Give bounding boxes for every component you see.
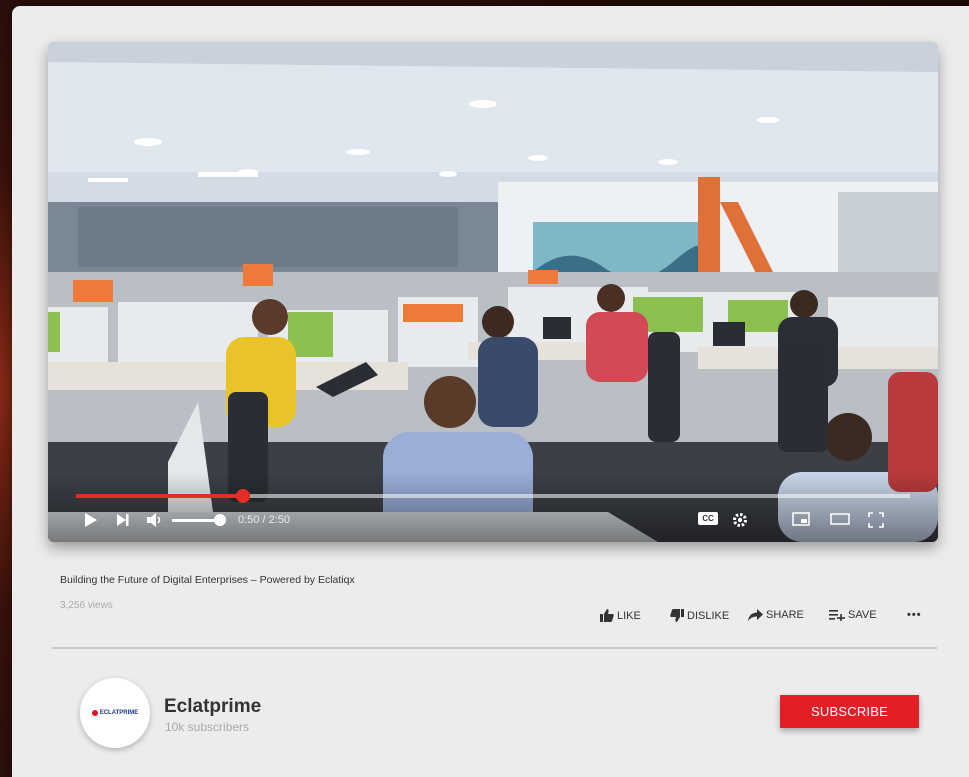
more-options-button[interactable]: ••• — [907, 609, 922, 621]
subscribe-button[interactable]: SUBSCRIBE — [780, 695, 919, 728]
theater-mode-icon[interactable] — [830, 512, 850, 530]
channel-name[interactable]: Eclatprime — [164, 696, 261, 718]
volume-slider-handle[interactable] — [214, 514, 226, 526]
player-controls-gradient — [48, 472, 938, 542]
time-display: 0:50 / 2:50 — [238, 514, 290, 526]
share-label: SHARE — [766, 609, 804, 621]
playlist-add-icon — [829, 609, 845, 621]
volume-slider-track[interactable] — [172, 519, 220, 522]
captions-button[interactable]: CC — [698, 512, 718, 525]
save-label: SAVE — [848, 609, 877, 621]
share-button[interactable]: SHARE — [748, 609, 804, 621]
video-frame — [48, 42, 938, 542]
thumbs-up-icon — [600, 609, 614, 622]
like-button[interactable]: LIKE — [600, 609, 641, 622]
subscriber-count: 10k subscribers — [165, 720, 250, 734]
thumbs-down-icon — [670, 609, 684, 622]
save-button[interactable]: SAVE — [829, 609, 877, 621]
share-arrow-icon — [748, 609, 763, 621]
like-label: LIKE — [617, 609, 641, 622]
progress-fill — [76, 494, 243, 498]
fullscreen-icon[interactable] — [868, 512, 884, 532]
channel-logo: ECLATPRIME — [91, 710, 138, 716]
play-icon[interactable] — [84, 512, 98, 532]
channel-avatar[interactable]: ECLATPRIME — [80, 678, 150, 748]
divider — [52, 647, 937, 649]
logo-dot-icon — [91, 710, 98, 716]
volume-icon[interactable] — [146, 512, 164, 532]
progress-bar[interactable] — [76, 489, 910, 503]
video-card: 0:50 / 2:50 CC Building the Future of Di… — [12, 6, 969, 777]
miniplayer-icon[interactable] — [792, 512, 810, 530]
settings-gear-icon[interactable] — [732, 512, 748, 532]
video-player[interactable]: 0:50 / 2:50 CC — [48, 42, 938, 542]
more-dots-icon: ••• — [907, 609, 922, 621]
next-icon[interactable] — [116, 512, 130, 532]
progress-scrubber[interactable] — [235, 489, 250, 503]
dislike-button[interactable]: DISLIKE — [670, 609, 729, 622]
view-count: 3,256 views — [60, 600, 113, 611]
dislike-label: DISLIKE — [687, 609, 730, 622]
video-title: Building the Future of Digital Enterpris… — [60, 574, 355, 586]
